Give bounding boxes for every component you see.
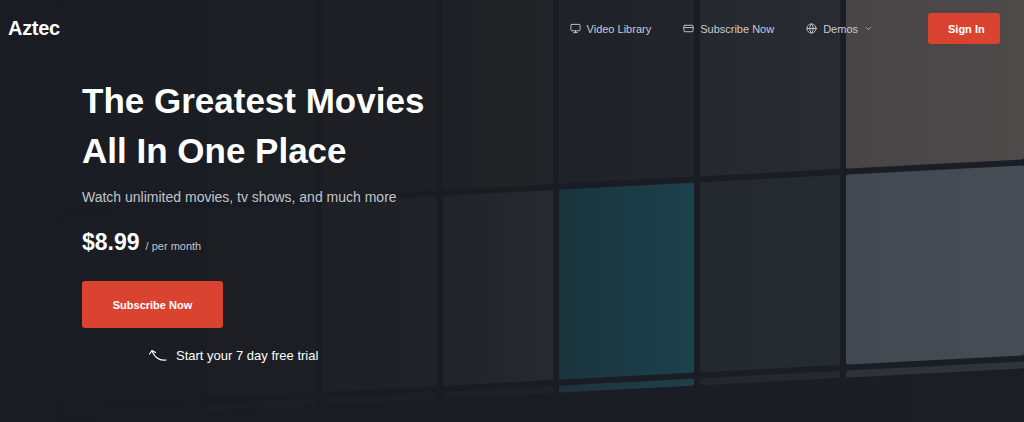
trial-note-row: Start your 7 day free trial — [148, 344, 318, 368]
hero-subtitle: Watch unlimited movies, tv shows, and mu… — [82, 186, 397, 208]
subscribe-button[interactable]: Subscribe Now — [82, 281, 223, 328]
price-amount: $8.99 — [82, 226, 140, 258]
trial-note: Start your 7 day free trial — [176, 344, 318, 368]
curved-arrow-icon — [148, 348, 168, 364]
top-bar: Aztec Video Library Subscribe Now Demos Sign… — [0, 0, 1024, 44]
hero-title: The Greatest MoviesAll In One Place — [82, 76, 424, 176]
hero: The Greatest MoviesAll In One Place Watch… — [0, 44, 1024, 368]
landing-page: Aztec Video Library Subscribe Now Demos Sign… — [0, 0, 1024, 422]
price-period: / per month — [146, 230, 202, 262]
dark-overlay — [0, 0, 1024, 422]
logo[interactable]: Aztec — [8, 17, 60, 40]
globe-icon — [806, 23, 817, 34]
main-nav: Video Library Subscribe Now Demos — [570, 23, 873, 35]
nav-item[interactable]: Subscribe Now — [683, 23, 774, 35]
card-icon — [683, 23, 694, 34]
price: $8.99/ per month — [82, 226, 201, 262]
nav-item[interactable]: Demos — [806, 23, 873, 35]
sign-in-button[interactable]: Sign In — [928, 13, 1000, 44]
chevron-down-icon — [864, 24, 873, 33]
monitor-icon — [570, 23, 581, 34]
nav-item[interactable]: Video Library — [570, 23, 652, 35]
